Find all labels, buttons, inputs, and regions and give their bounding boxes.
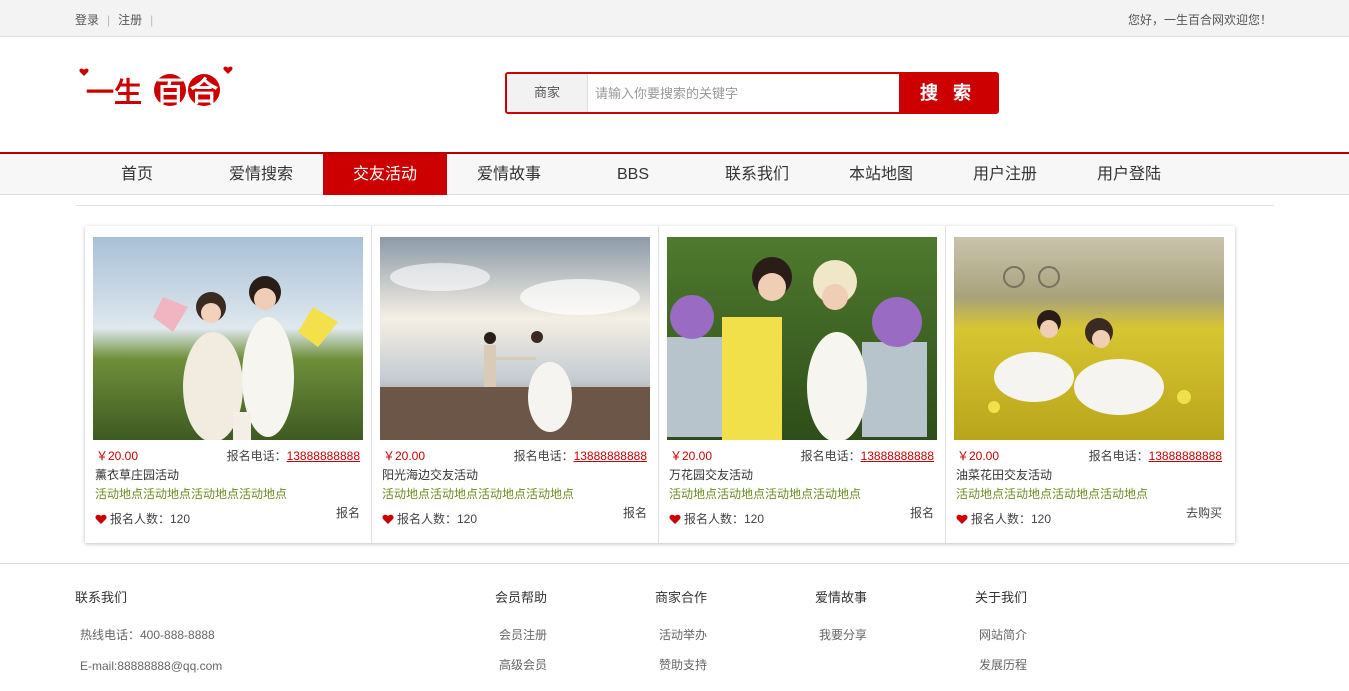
signup-count: 报名人数：120 — [669, 510, 764, 527]
footer-link[interactable]: 我要分享 — [819, 626, 867, 643]
footer-link[interactable]: 会员注册 — [499, 626, 547, 643]
separator: | — [150, 13, 154, 27]
activity-photo[interactable] — [93, 237, 363, 440]
nav-item-contact[interactable]: 联系我们 — [695, 154, 819, 195]
activity-price: ￥20.00 — [383, 449, 426, 463]
footer-link[interactable]: 赞助支持 — [659, 656, 707, 673]
signup-count: 报名人数：120 — [382, 510, 477, 527]
phone-link[interactable]: 13888888888 — [287, 449, 360, 463]
activity-phone: 报名电话：13888888888 — [1089, 447, 1222, 464]
phone-label: 报名电话： — [226, 449, 287, 463]
heart-icon — [79, 68, 89, 76]
activity-price: ￥20.00 — [96, 449, 139, 463]
footer-link[interactable]: 高级会员 — [499, 656, 547, 673]
activity-card: ￥20.00 报名电话：13888888888 阳光海边交友活动 活动地点活动地… — [372, 226, 659, 543]
nav-item-love-search[interactable]: 爱情搜索 — [199, 154, 323, 195]
activity-address: 活动地点活动地点活动地点活动地点 — [669, 487, 862, 501]
footer-about: 关于我们 网站简介 发展历程 — [975, 564, 1027, 673]
nav-item-activities[interactable]: 交友活动 — [323, 154, 447, 195]
signup-button[interactable]: 报名 — [910, 504, 934, 521]
activity-photo[interactable] — [667, 237, 937, 440]
svg-text:百: 百 — [156, 75, 184, 108]
nav-item-sitemap[interactable]: 本站地图 — [819, 154, 943, 195]
activity-address: 活动地点活动地点活动地点活动地点 — [382, 487, 575, 501]
footer: 联系我们 热线电话：400-888-8888 E-mail:88888888@q… — [0, 563, 1349, 691]
register-link[interactable]: 注册 — [118, 13, 142, 27]
hotline: 热线电话：400-888-8888 — [80, 628, 215, 642]
welcome-text: 您好，一生百合网欢迎您！ — [1127, 13, 1272, 27]
heart-icon — [95, 514, 107, 524]
phone-link[interactable]: 13888888888 — [574, 449, 647, 463]
nav-item-register[interactable]: 用户注册 — [943, 154, 1067, 195]
activity-photo[interactable] — [380, 237, 650, 440]
footer-heading: 爱情故事 — [815, 590, 868, 605]
search-input[interactable] — [589, 74, 899, 112]
heart-icon — [223, 66, 233, 74]
activity-list: ￥20.00 报名电话：13888888888 薰衣草庄园活动 活动地点活动地点… — [85, 226, 1235, 543]
activity-title[interactable]: 油菜花田交友活动 — [956, 466, 1052, 483]
signup-count-text: 报名人数：120 — [684, 512, 765, 526]
signup-count-text: 报名人数：120 — [397, 512, 478, 526]
phone-label: 报名电话： — [800, 449, 861, 463]
activity-phone: 报名电话：13888888888 — [801, 447, 934, 464]
signup-count-text: 报名人数：120 — [110, 512, 191, 526]
heart-icon — [382, 514, 394, 524]
activity-address: 活动地点活动地点活动地点活动地点 — [956, 487, 1149, 501]
email: E-mail:88888888@qq.com — [80, 659, 223, 673]
activity-card: ￥20.00 报名电话：13888888888 薰衣草庄园活动 活动地点活动地点… — [85, 226, 372, 543]
login-link[interactable]: 登录 — [75, 13, 99, 27]
activity-address: 活动地点活动地点活动地点活动地点 — [95, 487, 288, 501]
nav-item-love-stories[interactable]: 爱情故事 — [447, 154, 571, 195]
account-links: 登录 | 注册 | — [75, 11, 161, 28]
activity-price: ￥20.00 — [670, 449, 713, 463]
main-nav: 首页 爱情搜索 交友活动 爱情故事 BBS 联系我们 本站地图 用户注册 用户登… — [0, 152, 1349, 195]
nav-item-bbs[interactable]: BBS — [571, 154, 695, 195]
signup-button[interactable]: 报名 — [623, 504, 647, 521]
footer-link[interactable]: 活动举办 — [659, 626, 707, 643]
signup-count: 报名人数：120 — [95, 510, 190, 527]
activity-title[interactable]: 万花园交友活动 — [669, 466, 753, 483]
footer-heading: 关于我们 — [975, 590, 1028, 605]
search-bar: 商家 搜 索 — [505, 72, 999, 114]
nav-item-home[interactable]: 首页 — [75, 154, 199, 195]
footer-contact: 联系我们 热线电话：400-888-8888 E-mail:88888888@q… — [75, 564, 222, 673]
signup-count-text: 报名人数：120 — [971, 512, 1052, 526]
signup-button[interactable]: 报名 — [336, 504, 360, 521]
top-bar: 登录 | 注册 | 您好，一生百合网欢迎您！ — [0, 0, 1349, 37]
activity-price: ￥20.00 — [957, 449, 1000, 463]
heart-icon — [956, 514, 968, 524]
footer-biz: 商家合作 活动举办 赞助支持 — [655, 564, 707, 673]
phone-link[interactable]: 13888888888 — [1149, 449, 1222, 463]
footer-heading: 商家合作 — [655, 590, 708, 605]
activity-phone: 报名电话：13888888888 — [514, 447, 647, 464]
svg-text:合: 合 — [190, 75, 219, 108]
activity-title[interactable]: 阳光海边交友活动 — [382, 466, 478, 483]
footer-heading: 会员帮助 — [495, 590, 548, 605]
footer-story: 爱情故事 我要分享 — [815, 564, 867, 643]
buy-button[interactable]: 去购买 — [1186, 504, 1222, 521]
divider — [76, 205, 1274, 206]
phone-label: 报名电话： — [1088, 449, 1149, 463]
activity-title[interactable]: 薰衣草庄园活动 — [95, 466, 179, 483]
heart-icon — [669, 514, 681, 524]
search-button[interactable]: 搜 索 — [899, 74, 997, 112]
site-logo[interactable]: 一生 百 合 — [78, 62, 238, 114]
footer-heading: 联系我们 — [75, 590, 128, 605]
footer-help: 会员帮助 会员注册 高级会员 — [495, 564, 547, 673]
signup-count: 报名人数：120 — [956, 510, 1051, 527]
activity-card: ￥20.00 报名电话：13888888888 万花园交友活动 活动地点活动地点… — [659, 226, 946, 543]
activity-photo[interactable] — [954, 237, 1224, 440]
footer-link[interactable]: 发展历程 — [979, 656, 1027, 673]
phone-link[interactable]: 13888888888 — [861, 449, 934, 463]
phone-label: 报名电话： — [513, 449, 574, 463]
search-category-select[interactable]: 商家 — [507, 74, 588, 112]
nav-item-login[interactable]: 用户登陆 — [1067, 154, 1191, 195]
footer-link[interactable]: 网站简介 — [979, 626, 1027, 643]
separator: | — [107, 13, 111, 27]
activity-card: ￥20.00 报名电话：13888888888 油菜花田交友活动 活动地点活动地… — [946, 226, 1233, 543]
logo-text: 一生 — [86, 76, 142, 109]
activity-phone: 报名电话：13888888888 — [227, 447, 360, 464]
